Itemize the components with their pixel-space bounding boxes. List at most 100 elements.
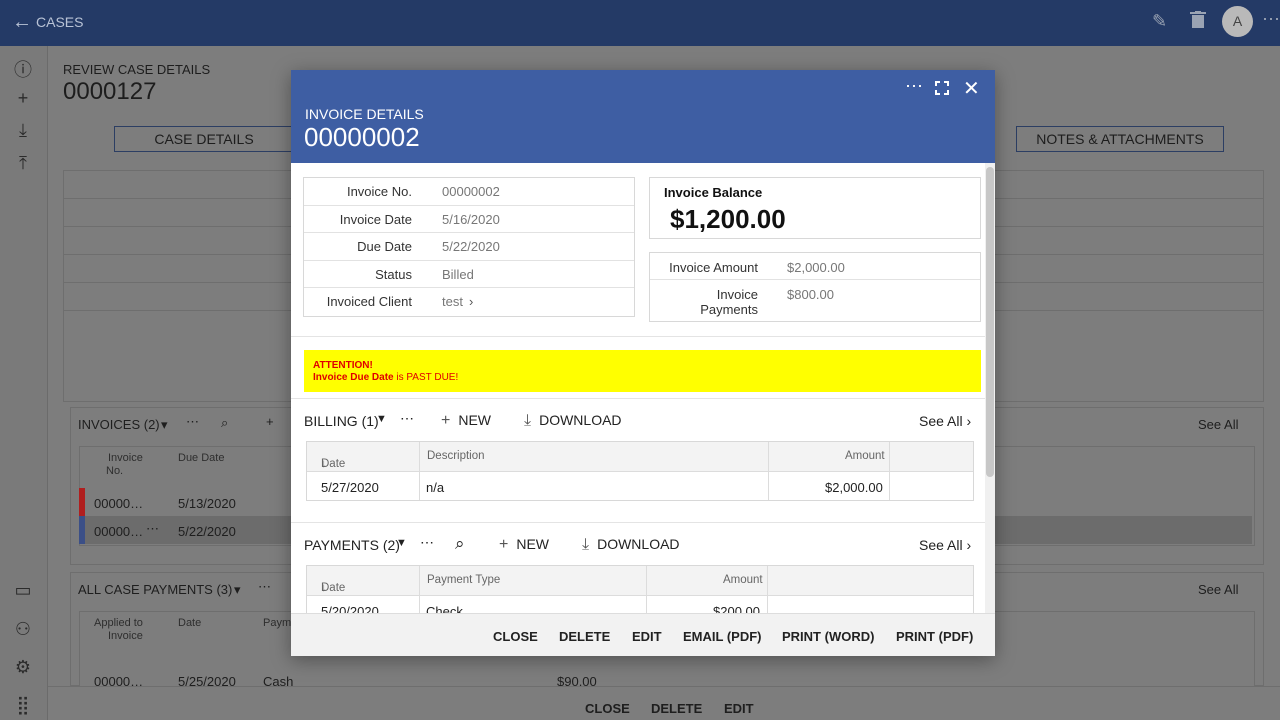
invoice-row-marker — [79, 488, 85, 516]
invoices-title[interactable]: INVOICES (2) — [78, 417, 160, 432]
invoice-row-no: 00000… — [94, 496, 144, 511]
print-word-button[interactable]: PRINT (WORD) — [782, 629, 874, 644]
close-button[interactable]: CLOSE — [493, 629, 538, 644]
billing-see-all[interactable]: See All › — [919, 413, 971, 429]
download-icon: ⤓ — [524, 412, 532, 429]
case-payments-title[interactable]: ALL CASE PAYMENTS (3) — [78, 582, 232, 597]
edit-icon[interactable]: ✎ — [1152, 11, 1167, 32]
payments-new-label: NEW — [516, 536, 550, 552]
field-value: 5/16/2020 — [442, 211, 500, 227]
modal-subtitle: INVOICE DETAILS — [305, 106, 424, 122]
scrollbar-thumb[interactable] — [986, 167, 994, 477]
tab-notes-attachments[interactable]: NOTES & ATTACHMENTS — [1016, 126, 1224, 152]
billing-see-all-label[interactable]: See All — [919, 413, 963, 429]
billing-more-icon[interactable]: ⋯ — [400, 410, 414, 427]
page-close-button[interactable]: CLOSE — [585, 701, 630, 716]
more-icon[interactable]: ⋯ — [905, 76, 923, 97]
billing-row-description: n/a — [426, 480, 445, 495]
payments-dropdown-icon[interactable]: ▼ — [396, 537, 407, 549]
billing-col-amount: Amount — [845, 450, 885, 462]
invoices-dropdown-icon[interactable]: ▾ — [161, 417, 168, 433]
balance-value: $1,200.00 — [670, 204, 786, 234]
tab-case-details[interactable]: CASE DETAILS — [114, 126, 294, 152]
invoice-payments-label-line1: Invoice — [716, 287, 758, 302]
case-payments-col-applied-line1: Applied to — [94, 617, 143, 629]
trash-icon[interactable] — [1190, 11, 1206, 34]
upload-icon[interactable]: ⤒ — [12, 153, 34, 174]
billing-new-label: NEW — [458, 412, 492, 428]
download-icon[interactable]: ⤓ — [12, 120, 34, 141]
invoice-fields: Invoice No. 00000002 Invoice Date 5/16/2… — [303, 177, 635, 317]
top-bar: ← CASES ✎ A ⋯ — [0, 0, 1280, 46]
delete-button[interactable]: DELETE — [559, 629, 610, 644]
payments-title[interactable]: PAYMENTS (2) — [304, 537, 400, 553]
more-icon[interactable]: ⋯ — [1262, 9, 1280, 30]
invoices-col-no-line1: Invoice — [108, 452, 143, 464]
case-payments-col-type: Paym — [263, 617, 292, 629]
invoices-more-icon[interactable]: ⋯ — [186, 414, 199, 430]
apps-grid-icon[interactable]: ⣿ — [12, 695, 34, 716]
alert-bold: Invoice Due Date — [313, 372, 394, 383]
invoice-row-more-icon[interactable]: ⋯ — [146, 521, 159, 537]
field-label: Invoiced Client — [326, 294, 412, 309]
download-icon: ⤓ — [582, 536, 590, 553]
divider — [291, 398, 985, 399]
page-edit-button[interactable]: EDIT — [724, 701, 754, 716]
billing-title[interactable]: BILLING (1) — [304, 413, 379, 429]
invoices-new-icon[interactable]: + — [266, 414, 274, 429]
case-payments-dropdown-icon[interactable]: ▾ — [234, 582, 241, 598]
plus-icon[interactable]: + — [12, 88, 34, 109]
info-icon[interactable]: ⓘ — [12, 56, 34, 82]
close-icon[interactable]: ✕ — [963, 76, 980, 101]
payments-more-icon[interactable]: ⋯ — [420, 534, 434, 551]
case-payments-see-all[interactable]: See All — [1198, 582, 1238, 597]
invoices-see-all[interactable]: See All — [1198, 417, 1238, 432]
invoice-row-no: 00000… — [94, 524, 144, 539]
modal-title: 00000002 — [304, 122, 420, 152]
print-pdf-button[interactable]: PRINT (PDF) — [896, 629, 973, 644]
payments-search-icon[interactable]: ⌕ — [455, 534, 465, 554]
modal-scrollbar[interactable] — [985, 163, 995, 613]
field-value[interactable]: test — [442, 294, 463, 309]
field-label: Due Date — [357, 239, 412, 254]
field-value: 00000002 — [442, 184, 500, 199]
chevron-right-icon[interactable]: › — [469, 294, 473, 309]
folder-icon[interactable]: ▭ — [12, 580, 34, 601]
column-divider — [767, 566, 768, 615]
back-arrow-icon[interactable]: ← — [12, 11, 32, 34]
page-delete-button[interactable]: DELETE — [651, 701, 702, 716]
payments-see-all[interactable]: See All › — [919, 537, 971, 553]
payments-download-button[interactable]: ⤓ DOWNLOAD — [582, 536, 680, 554]
plus-icon: + — [499, 536, 509, 553]
case-payments-col-date: Date — [178, 617, 202, 629]
billing-new-button[interactable]: + NEW — [441, 412, 491, 430]
billing-download-button[interactable]: ⤓ DOWNLOAD — [524, 412, 622, 430]
chevron-right-icon: › — [966, 537, 972, 553]
people-icon[interactable]: ⚇ — [12, 619, 34, 640]
invoice-row-due: 5/22/2020 — [178, 524, 236, 539]
field-label: Invoice Date — [339, 211, 412, 227]
gear-icon[interactable]: ⚙ — [12, 657, 34, 678]
email-pdf-button[interactable]: EMAIL (PDF) — [683, 629, 761, 644]
payments-new-button[interactable]: + NEW — [499, 536, 549, 554]
field-invoiced-client[interactable]: Invoiced Client test › — [304, 288, 634, 316]
case-payments-more-icon[interactable]: ⋯ — [258, 579, 271, 595]
past-due-alert: ATTENTION! Invoice Due Date is PAST DUE! — [304, 350, 981, 392]
payments-see-all-label[interactable]: See All — [919, 537, 963, 553]
edit-button[interactable]: EDIT — [632, 629, 662, 644]
invoices-search-icon[interactable]: ⌕ — [221, 415, 228, 431]
field-label: Status — [375, 266, 412, 282]
billing-dropdown-icon[interactable]: ▼ — [376, 413, 387, 425]
field-status: Status Billed — [304, 261, 634, 288]
expand-icon[interactable] — [935, 79, 949, 100]
client-link[interactable]: test › — [442, 294, 473, 309]
case-payments-col-applied-line2: Invoice — [108, 630, 143, 642]
chevron-right-icon: › — [966, 413, 972, 429]
avatar[interactable]: A — [1222, 6, 1253, 37]
alert-rest: is PAST DUE! — [393, 372, 459, 383]
invoice-amount-value: $2,000.00 — [787, 260, 845, 275]
table-row[interactable]: 5/27/2020 n/a $2,000.00 — [307, 472, 973, 500]
app-title: CASES — [36, 14, 84, 30]
column-divider — [419, 566, 420, 615]
field-invoice-no: Invoice No. 00000002 — [304, 178, 634, 206]
